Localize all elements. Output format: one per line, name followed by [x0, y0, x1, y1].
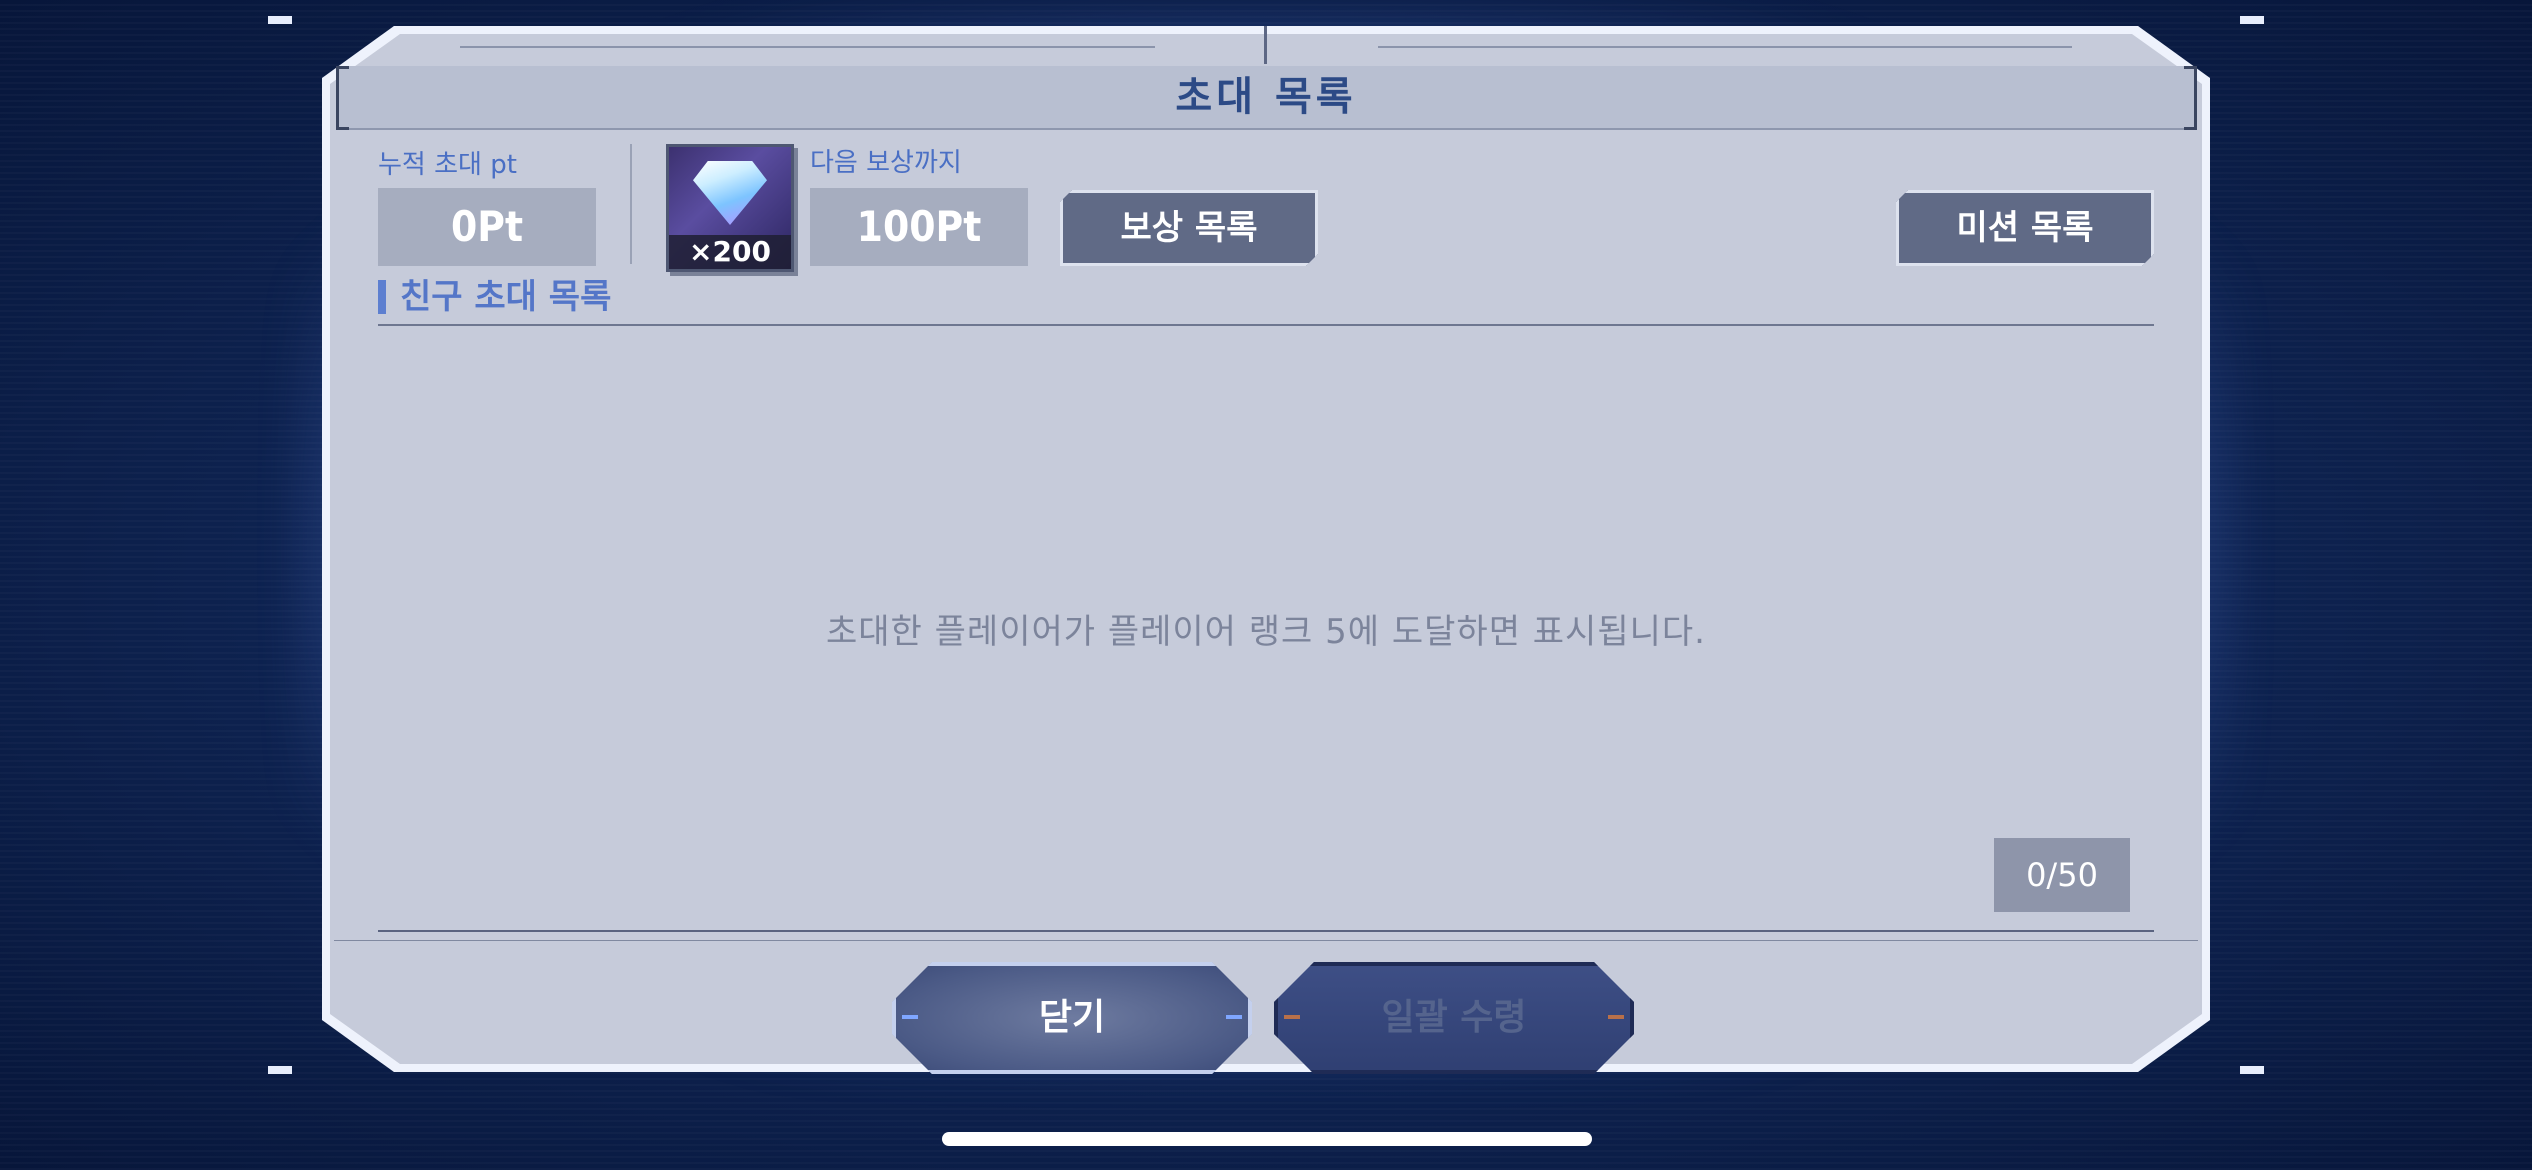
- next-reward-label: 다음 보상까지: [810, 148, 962, 178]
- reward-count: ×200: [669, 235, 791, 269]
- reward-list-button[interactable]: 보상 목록: [1060, 190, 1318, 266]
- claim-all-button[interactable]: 일괄 수령: [1274, 962, 1634, 1074]
- top-center-tick: [1264, 26, 1267, 64]
- header-divider: [630, 144, 632, 264]
- close-button-dash: [902, 1015, 918, 1019]
- mission-list-button[interactable]: 미션 목록: [1896, 190, 2154, 266]
- reward-item[interactable]: ×200: [666, 144, 794, 272]
- accumulated-points-value: 0Pt: [378, 188, 596, 266]
- section-divider-top: [378, 324, 2154, 326]
- invite-counter: 0/50: [1994, 838, 2130, 912]
- corner-mark: [2240, 1066, 2264, 1074]
- invite-list-dialog: [330, 34, 2202, 1064]
- section-divider-bottom: [378, 930, 2154, 932]
- top-decor-line: [460, 46, 1155, 48]
- corner-mark: [268, 16, 292, 24]
- close-button-dash: [1226, 1015, 1242, 1019]
- diamond-icon: [693, 161, 767, 225]
- corner-mark: [268, 1066, 292, 1074]
- dialog-title: 초대 목록: [1175, 74, 1357, 120]
- claim-button-dash: [1284, 1015, 1300, 1019]
- accumulated-points-label: 누적 초대 pt: [378, 150, 517, 180]
- close-button[interactable]: 닫기: [892, 962, 1252, 1074]
- claim-button-dash: [1608, 1015, 1624, 1019]
- footer-divider: [334, 940, 2198, 941]
- friend-invite-list-header: 친구 초대 목록: [378, 280, 611, 314]
- empty-list-message: 초대한 플레이어가 플레이어 랭크 5에 도달하면 표시됩니다.: [825, 612, 1706, 652]
- home-indicator[interactable]: [942, 1132, 1592, 1146]
- next-reward-value: 100Pt: [810, 188, 1028, 266]
- top-decor-line: [1378, 46, 2072, 48]
- corner-mark: [2240, 16, 2264, 24]
